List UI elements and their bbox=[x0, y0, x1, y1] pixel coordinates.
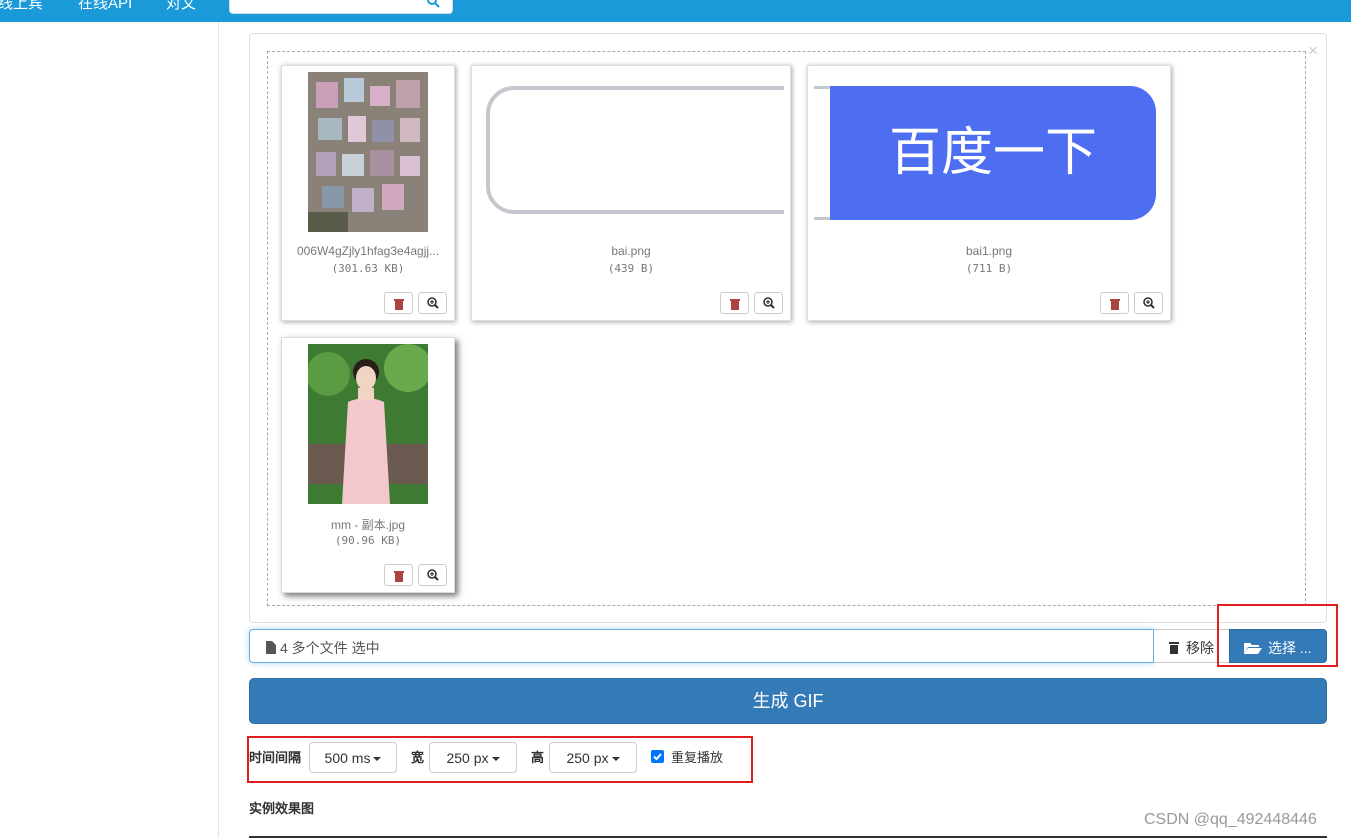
thumbnail-edge bbox=[814, 86, 830, 220]
highlight-options bbox=[247, 736, 753, 783]
delete-button[interactable] bbox=[384, 292, 413, 314]
trash-icon bbox=[1109, 298, 1120, 310]
file-input-group: 4 多个文件 选中 移除 选择 ... bbox=[249, 629, 1327, 664]
zoom-in-icon bbox=[1142, 297, 1155, 309]
thumbnail-image: 百度一下 bbox=[830, 86, 1156, 220]
close-icon[interactable]: × bbox=[1308, 42, 1318, 59]
file-thumbnail: 006W4gZjly1hfag3e4agjj... (301.63 KB) bbox=[281, 65, 455, 321]
zoom-in-icon bbox=[426, 297, 439, 309]
search-input[interactable] bbox=[229, 0, 453, 14]
thumbnail-image bbox=[308, 72, 428, 232]
file-size: (90.96 KB) bbox=[334, 534, 402, 547]
highlight-browse bbox=[1217, 604, 1338, 667]
search-icon[interactable] bbox=[426, 0, 440, 9]
file-size: (711 B) bbox=[965, 262, 1013, 275]
zoom-in-icon bbox=[426, 569, 439, 581]
zoom-button[interactable] bbox=[418, 292, 447, 314]
nav-item-2[interactable]: 在线API bbox=[78, 0, 132, 13]
file-name: bai.png bbox=[611, 244, 651, 258]
top-nav-bar: 线上宾 在线API 对文 bbox=[0, 0, 1351, 22]
trash-icon bbox=[1169, 642, 1179, 654]
file-thumbnail: bai.png (439 B) bbox=[471, 65, 791, 321]
zoom-button[interactable] bbox=[1134, 292, 1163, 314]
trash-icon bbox=[393, 570, 404, 582]
delete-button[interactable] bbox=[1100, 292, 1129, 314]
file-name: bai1.png bbox=[965, 244, 1013, 258]
zoom-in-icon bbox=[762, 297, 775, 309]
file-size: (301.63 KB) bbox=[331, 262, 405, 275]
file-size: (439 B) bbox=[607, 262, 655, 275]
nav-item-3[interactable]: 对文 bbox=[166, 0, 196, 13]
delete-button[interactable] bbox=[720, 292, 749, 314]
file-caption[interactable]: 4 多个文件 选中 bbox=[249, 629, 1154, 663]
watermark: CSDN @qq_492448446 bbox=[1144, 811, 1317, 828]
left-sidebar bbox=[0, 22, 219, 838]
zoom-button[interactable] bbox=[754, 292, 783, 314]
file-icon bbox=[266, 641, 276, 654]
delete-button[interactable] bbox=[384, 564, 413, 586]
trash-icon bbox=[729, 298, 740, 310]
file-name: mm - 副本.jpg bbox=[330, 518, 405, 532]
nav-item-1[interactable]: 线上宾 bbox=[0, 0, 43, 13]
zoom-button[interactable] bbox=[418, 564, 447, 586]
file-name: 006W4gZjly1hfag3e4agjj... bbox=[296, 244, 440, 258]
file-caption-text: 4 多个文件 选中 bbox=[280, 640, 380, 656]
generate-gif-button[interactable]: 生成 GIF bbox=[249, 678, 1327, 724]
example-title: 实例效果图 bbox=[249, 801, 315, 816]
file-thumbnail: mm - 副本.jpg (90.96 KB) bbox=[281, 337, 455, 593]
thumbnail-image bbox=[308, 344, 428, 504]
trash-icon bbox=[393, 298, 404, 310]
file-thumbnail: 百度一下 bai1.png (711 B) bbox=[807, 65, 1171, 321]
thumbnail-image bbox=[486, 86, 784, 214]
remove-label: 移除 bbox=[1186, 640, 1214, 656]
